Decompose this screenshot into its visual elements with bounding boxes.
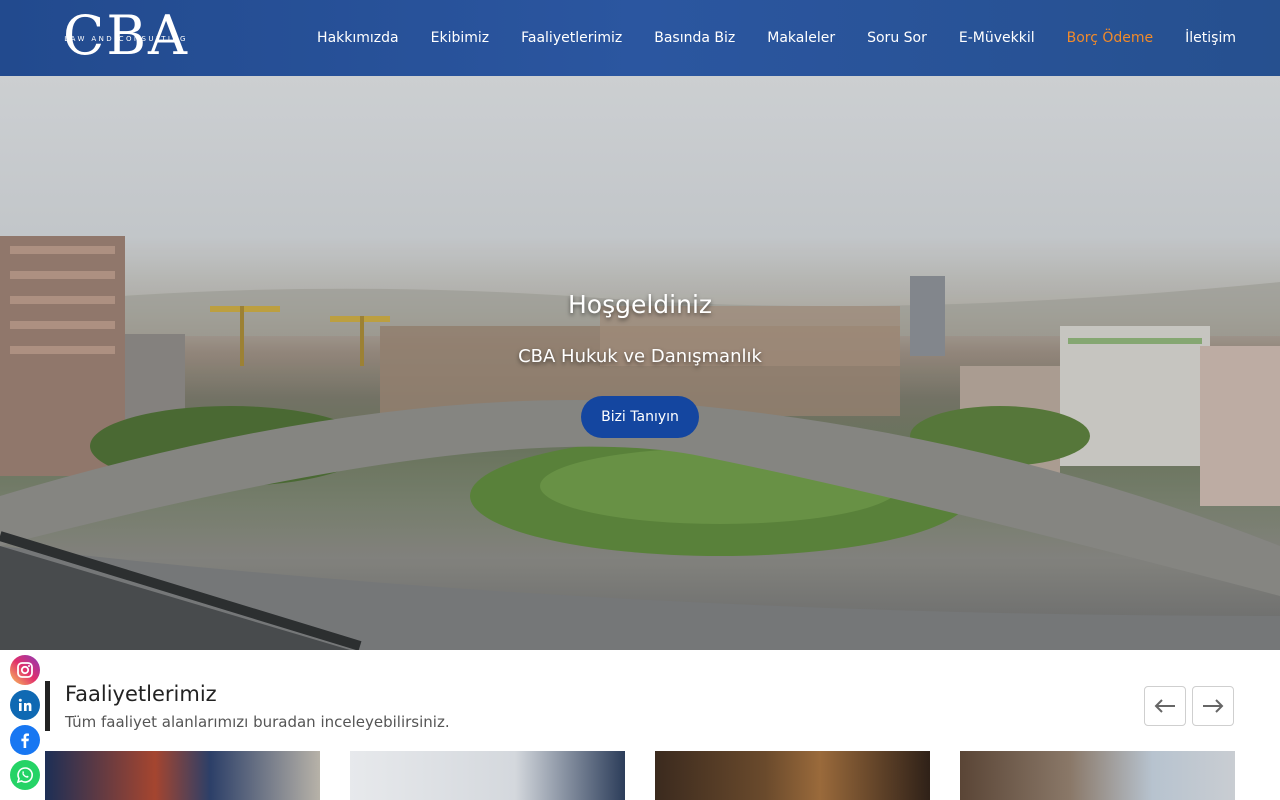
nav-faaliyetlerimiz[interactable]: Faaliyetlerimiz — [521, 30, 622, 46]
nav-basinda-biz[interactable]: Basında Biz — [654, 30, 735, 46]
section-title: Faaliyetlerimiz — [65, 682, 217, 706]
nav-makaleler[interactable]: Makaleler — [767, 30, 835, 46]
facebook-link[interactable] — [10, 725, 40, 755]
linkedin-link[interactable] — [10, 690, 40, 720]
carousel-next-button[interactable] — [1192, 686, 1234, 726]
main-nav: Hakkımızda Ekibimiz Faaliyetlerimiz Bası… — [285, 0, 1236, 76]
instagram-icon — [17, 662, 33, 678]
nav-borc-odeme[interactable]: Borç Ödeme — [1067, 30, 1154, 46]
nav-hakkimizda[interactable]: Hakkımızda — [317, 30, 399, 46]
hero-subtitle: CBA Hukuk ve Danışmanlık — [518, 346, 762, 367]
activity-card[interactable] — [655, 751, 930, 800]
logo-tagline: LAW AND CONSULTING — [64, 35, 188, 43]
nav-ekibimiz[interactable]: Ekibimiz — [431, 30, 490, 46]
linkedin-icon — [18, 698, 32, 711]
whatsapp-icon — [16, 767, 33, 784]
nav-iletisim[interactable]: İletişim — [1185, 30, 1236, 46]
facebook-icon — [21, 733, 29, 748]
hero-title: Hoşgeldiniz — [567, 290, 713, 319]
arrow-right-icon — [1203, 699, 1224, 713]
instagram-link[interactable] — [10, 655, 40, 685]
nav-e-muvekkil[interactable]: E-Müvekkil — [959, 30, 1035, 46]
hero-banner: Hoşgeldiniz CBA Hukuk ve Danışmanlık Biz… — [0, 76, 1280, 650]
section-accent-bar — [45, 681, 50, 731]
site-header: CBA LAW AND CONSULTING Hakkımızda Ekibim… — [0, 0, 1280, 76]
section-description: Tüm faaliyet alanlarımızı buradan incele… — [65, 713, 450, 731]
whatsapp-link[interactable] — [10, 760, 40, 790]
logo[interactable]: CBA LAW AND CONSULTING — [44, 8, 208, 68]
activity-card[interactable] — [960, 751, 1235, 800]
activity-card[interactable] — [45, 751, 320, 800]
nav-soru-sor[interactable]: Soru Sor — [867, 30, 927, 46]
carousel-prev-button[interactable] — [1144, 686, 1186, 726]
activity-card[interactable] — [350, 751, 625, 800]
about-us-button[interactable]: Bizi Tanıyın — [581, 396, 699, 438]
arrow-left-icon — [1154, 699, 1175, 713]
